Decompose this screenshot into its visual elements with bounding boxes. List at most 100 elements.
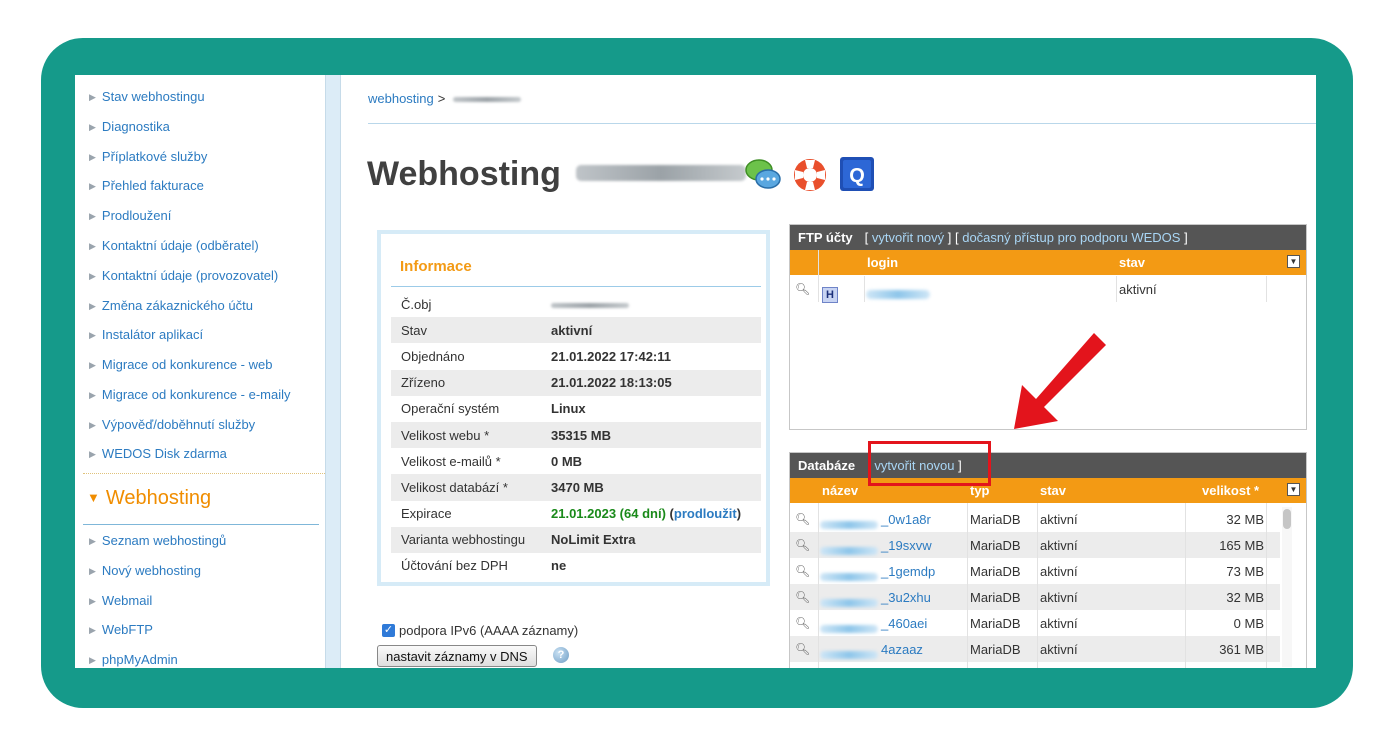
extend-link[interactable]: prodloužit [674, 506, 737, 521]
db-name-link[interactable]: _3u2xhu [881, 590, 931, 605]
db-scroll-thumb[interactable] [1283, 509, 1291, 529]
db-row: 🔍︎ 4azaaz MariaDB aktivní 361 MB [790, 636, 1280, 662]
db-col-stav[interactable]: stav [1040, 483, 1066, 498]
sidebar-item-kontakt-odberatel[interactable]: ▶ Kontaktní údaje (odběratel) [89, 236, 259, 256]
ftp-support-access-link[interactable]: dočasný přístup pro podporu WEDOS [962, 230, 1180, 245]
info-row-db-size: Velikost databází * 3470 MB [391, 474, 761, 501]
db-name-link[interactable]: _460aei [881, 616, 927, 631]
info-row-stav: Stav aktivní [391, 317, 761, 344]
db-row: 🔍︎ _19sxvw MariaDB aktivní 165 MB [790, 532, 1280, 558]
status-active: aktivní [551, 317, 761, 344]
sidebar-item-prehled-fakturace[interactable]: ▶ Přehled fakturace [89, 176, 204, 196]
chat-icon[interactable] [745, 159, 781, 189]
sidebar-item-phpmyadmin[interactable]: ▶ phpMyAdmin [89, 650, 178, 668]
db-row: 🔍︎ _1gemdp MariaDB aktivní 73 MB [795, 564, 1264, 581]
header-rule [368, 123, 1316, 124]
grid-line [1185, 503, 1186, 668]
grid-line [1266, 503, 1267, 668]
info-row-varianta: Varianta webhostingu NoLimit Extra [391, 526, 761, 553]
sidebar-item-priplatkove-sluzby[interactable]: ▶ Příplatkové služby [89, 147, 207, 167]
magnifier-icon[interactable]: 🔍︎ [795, 512, 810, 526]
ipv6-checkbox[interactable]: ✓ [382, 624, 395, 637]
sidebar-item-zmena-uctu[interactable]: ▶ Změna zákaznického účtu [89, 296, 253, 316]
db-name-link[interactable]: _1gemdp [881, 564, 935, 579]
ipv6-option: ✓ podpora IPv6 (AAAA záznamy) [382, 623, 578, 638]
db-scrollbar[interactable] [1282, 507, 1292, 667]
ipv6-label: podpora IPv6 (AAAA záznamy) [399, 623, 579, 638]
help-icon[interactable]: ? [553, 647, 569, 663]
sidebar-item-vypoved[interactable]: ▶ Výpověď/doběhnutí služby [89, 415, 255, 435]
grid-line [818, 250, 819, 302]
sidebar-item-migrace-emaily[interactable]: ▶ Migrace od konkurence - e-maily [89, 385, 291, 405]
bullet-icon: ▶ [89, 92, 96, 102]
sidebar-item-seznam-webhostingu[interactable]: ▶ Seznam webhostingů [89, 531, 226, 551]
breadcrumb-separator: > [437, 91, 446, 106]
bullet-icon: ▶ [89, 596, 96, 606]
set-dns-records-button[interactable]: nastavit záznamy v DNS [377, 645, 537, 667]
db-row: 🔍︎ _3u2xhu MariaDB aktivní 32 MB [790, 584, 1280, 610]
redacted-order-number [551, 302, 629, 308]
ftp-create-link[interactable]: vytvořit nový [872, 230, 944, 245]
bullet-icon: ▶ [89, 122, 96, 132]
redacted-db-prefix [820, 521, 878, 529]
redacted-ftp-login [866, 290, 930, 299]
db-name-link[interactable]: _19sxvw [881, 538, 932, 553]
sidebar-item-instalator[interactable]: ▶ Instalátor aplikací [89, 325, 203, 345]
grid-line [864, 276, 865, 302]
ftp-row-status: aktivní [1119, 282, 1157, 297]
db-row: 🔍︎ _0w1a8r MariaDB aktivní 32 MB [795, 512, 1264, 529]
sidebar-section-webhosting[interactable]: ▼ Webhosting [87, 487, 211, 510]
magnifier-icon[interactable]: 🔍︎ [795, 564, 810, 578]
info-row-dph: Účtování bez DPH ne [401, 558, 567, 574]
sidebar-item-prodlouzeni[interactable]: ▶ Prodloužení [89, 206, 171, 226]
sidebar-item-kontakt-provozovatel[interactable]: ▶ Kontaktní údaje (provozovatel) [89, 266, 278, 286]
db-name-link[interactable]: 4azaaz [881, 642, 923, 657]
redacted-db-prefix [820, 599, 878, 607]
ftp-col-stav[interactable]: stav [1119, 255, 1145, 270]
info-title: Informace [400, 258, 472, 275]
info-row-objednano: Objednáno 21.01.2022 17:42:11 [401, 348, 671, 364]
bullet-icon: ▶ [89, 301, 96, 311]
sidebar-item-stav-webhostingu[interactable]: ▶ Stav webhostingu [89, 87, 205, 107]
bullet-icon: ▶ [89, 152, 96, 162]
lifebuoy-icon[interactable] [794, 159, 826, 191]
db-col-nazev[interactable]: název [822, 483, 858, 498]
quick-q-icon[interactable]: Q [840, 157, 874, 191]
db-name-link[interactable]: _0w1a8r [881, 512, 931, 527]
breadcrumb: webhosting > [368, 91, 521, 106]
sidebar-item-webmail[interactable]: ▶ Webmail [89, 591, 152, 611]
bullet-icon: ▶ [89, 211, 96, 221]
redacted-hosting-name [453, 97, 521, 103]
magnifier-icon[interactable]: 🔍︎ [795, 282, 810, 296]
sidebar-item-webftp[interactable]: ▶ WebFTP [89, 620, 153, 640]
sidebar-item-novy-webhosting[interactable]: ▶ Nový webhosting [89, 561, 201, 581]
column-menu-icon[interactable]: ▼ [1287, 483, 1300, 496]
db-col-velikost[interactable]: velikost * [1202, 483, 1259, 498]
redacted-db-prefix [820, 573, 878, 581]
bullet-icon: ▶ [89, 330, 96, 340]
sidebar-section-rule [83, 524, 319, 525]
bullet-icon: ▶ [89, 181, 96, 191]
breadcrumb-root-link[interactable]: webhosting [368, 91, 434, 106]
svg-text:Q: Q [849, 165, 865, 187]
magnifier-icon[interactable]: 🔍︎ [795, 616, 810, 630]
bullet-icon: ▶ [89, 271, 96, 281]
bullet-icon: ▶ [89, 625, 96, 635]
sidebar-separator [83, 473, 325, 474]
ftp-col-login[interactable]: login [867, 255, 898, 270]
grid-line [1037, 503, 1038, 668]
info-title-rule [391, 286, 761, 287]
ftp-columns: login stav ▼ [790, 250, 1306, 275]
sidebar-item-diagnostika[interactable]: ▶ Diagnostika [89, 117, 170, 137]
magnifier-icon[interactable]: 🔍︎ [795, 538, 810, 552]
title-icon-row: Q [745, 157, 874, 191]
magnifier-icon[interactable]: 🔍︎ [795, 642, 810, 656]
redacted-db-prefix [820, 547, 878, 555]
magnifier-icon[interactable]: 🔍︎ [795, 590, 810, 604]
sidebar-item-wedos-disk[interactable]: ▶ WEDOS Disk zdarma [89, 444, 227, 464]
grid-line [1116, 276, 1117, 302]
column-menu-icon[interactable]: ▼ [1287, 255, 1300, 268]
bullet-icon: ▶ [89, 536, 96, 546]
grid-line [818, 503, 819, 668]
sidebar-item-migrace-web[interactable]: ▶ Migrace od konkurence - web [89, 355, 272, 375]
